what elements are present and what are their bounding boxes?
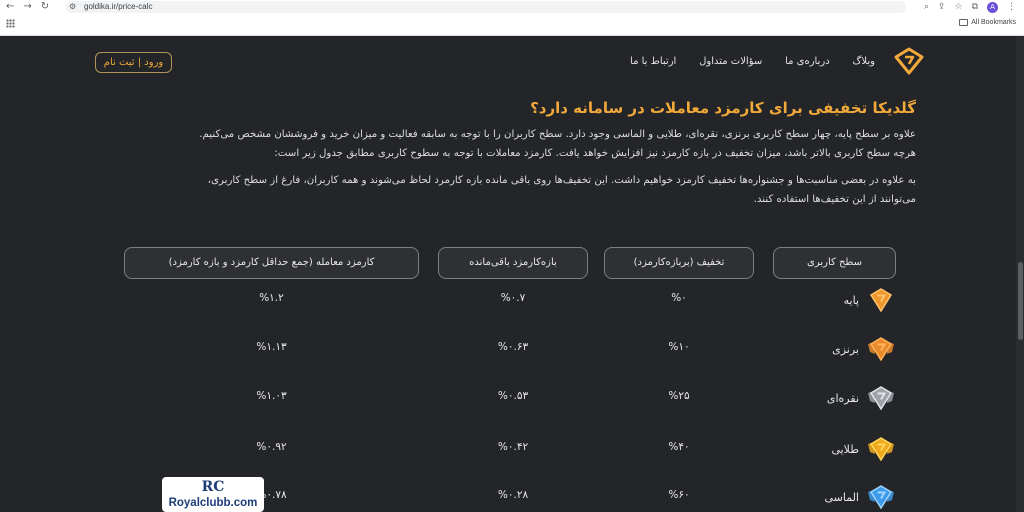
nav-blog[interactable]: وبلاگ xyxy=(852,56,875,67)
level-name: طلایی xyxy=(831,442,859,456)
remaining-cell: %۰.۷ xyxy=(500,292,526,304)
level-badge-icon xyxy=(868,386,894,411)
browser-toolbar: ← → ↻ ⚙ goldika.ir/price-calc ⌕ ⇪ ☆ ⧉ A … xyxy=(0,0,1024,14)
discount-cell: %۶۰ xyxy=(668,489,690,501)
discount-cell: %۱۰ xyxy=(668,341,690,353)
level-badge-icon xyxy=(869,288,893,313)
watermark: RC Royalclubb.com xyxy=(162,477,264,512)
level-name: برنزی xyxy=(832,342,859,356)
promo-line-2: می‌توانند از این تخفیف‌ها استفاده کنند. xyxy=(753,194,916,205)
back-icon[interactable]: ← xyxy=(6,1,14,13)
nav-faq[interactable]: سؤالات متداول xyxy=(699,56,762,67)
discount-cell: %۲۵ xyxy=(668,390,690,402)
forward-icon[interactable]: → xyxy=(23,1,31,13)
remaining-cell: %۰.۲۸ xyxy=(497,489,529,501)
goldika-logo-icon[interactable] xyxy=(893,46,925,76)
menu-icon[interactable]: ⋮ xyxy=(1007,1,1016,13)
commission-cell: %۱.۲ xyxy=(259,292,284,304)
zoom-icon[interactable]: ⌕ xyxy=(924,1,929,13)
section-heading: گلدیکا تخفیفی برای کارمزد معاملات در سام… xyxy=(530,99,916,117)
promo-line-1: به علاوه در بعضی مناسبت‌ها و جشنواره‌ها … xyxy=(207,175,916,186)
header-commission: کارمزد معامله (جمع حداقل کارمزد و بازه ک… xyxy=(124,247,419,279)
scrollbar-thumb[interactable] xyxy=(1018,262,1023,340)
profile-avatar[interactable]: A xyxy=(987,1,998,13)
header-remaining: بازه‌کارمزد باقی‌مانده xyxy=(438,247,588,279)
apps-grid-icon[interactable] xyxy=(6,19,15,28)
intro-line-1: علاوه بر سطح پایه، چهار سطح کاربری برنزی… xyxy=(199,129,916,140)
level-name: پایه xyxy=(843,293,859,307)
header-level: سطح کاربری xyxy=(773,247,896,279)
login-register-button[interactable]: ورود | ثبت نام xyxy=(95,52,172,73)
folder-icon xyxy=(959,19,969,26)
remaining-cell: %۰.۴۲ xyxy=(497,441,529,453)
row-level-cell: الماسی xyxy=(800,484,896,510)
main-nav: وبلاگ درباره‌ی ما سؤالات متداول ارتباط ب… xyxy=(630,56,875,67)
commission-cell: %۱.۰۳ xyxy=(256,390,287,402)
remaining-cell: %۰.۵۳ xyxy=(497,390,529,402)
share-icon[interactable]: ⇪ xyxy=(938,1,946,13)
url-text: goldika.ir/price-calc xyxy=(84,2,153,11)
extensions-icon[interactable]: ⧉ xyxy=(972,1,978,13)
row-level-cell: نقره‌ای xyxy=(800,385,896,411)
watermark-mark: RC xyxy=(201,479,225,495)
level-badge-icon xyxy=(868,437,894,462)
promo-paragraph: به علاوه در بعضی مناسبت‌ها و جشنواره‌ها … xyxy=(208,171,916,209)
row-level-cell: برنزی xyxy=(800,336,896,362)
level-name: نقره‌ای xyxy=(826,391,859,405)
commission-cell: %۱.۱۳ xyxy=(256,341,287,353)
level-badge-icon xyxy=(868,485,894,510)
nav-contact[interactable]: ارتباط با ما xyxy=(630,56,676,67)
header-discount: تخفیف (بربازه‌کارمزد) xyxy=(604,247,754,279)
address-bar[interactable]: ⚙ goldika.ir/price-calc xyxy=(66,1,906,13)
all-bookmarks-button[interactable]: All Bookmarks xyxy=(959,19,1016,26)
bookmark-star-icon[interactable]: ☆ xyxy=(954,1,962,13)
reload-icon[interactable]: ↻ xyxy=(41,1,49,13)
nav-about[interactable]: درباره‌ی ما xyxy=(785,56,830,67)
bookmarks-bar: All Bookmarks xyxy=(0,14,1024,36)
watermark-name: Royalclubb.com xyxy=(168,497,258,509)
row-level-cell: طلایی xyxy=(800,436,896,462)
level-name: الماسی xyxy=(824,490,859,504)
all-bookmarks-label: All Bookmarks xyxy=(971,19,1016,26)
discount-cell: %۴۰ xyxy=(668,441,690,453)
row-level-cell: پایه xyxy=(800,287,896,313)
intro-paragraph: علاوه بر سطح پایه، چهار سطح کاربری برنزی… xyxy=(199,125,916,163)
site-info-icon[interactable]: ⚙ xyxy=(69,1,76,13)
remaining-cell: %۰.۶۳ xyxy=(497,341,529,353)
browser-nav-buttons: ← → ↻ xyxy=(6,1,49,13)
discount-cell: %۰ xyxy=(671,292,687,304)
commission-cell: %۰.۹۲ xyxy=(256,441,287,453)
intro-line-2: هرچه سطح کاربری بالاتر باشد، میزان تخفیف… xyxy=(274,148,916,159)
level-badge-icon xyxy=(868,337,894,362)
browser-actions: ⌕ ⇪ ☆ ⧉ A ⋮ xyxy=(924,1,1016,13)
